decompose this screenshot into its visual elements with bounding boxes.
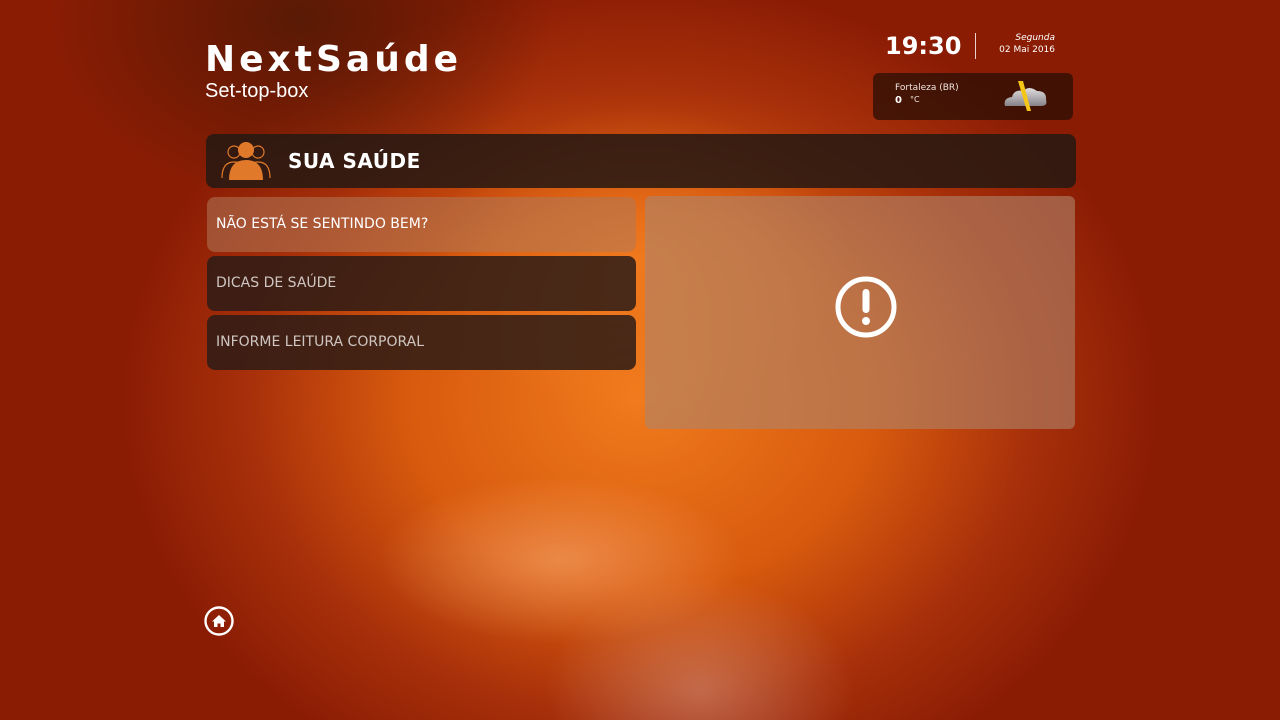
alert-icon <box>835 276 897 338</box>
brand-subtitle: Set-top-box <box>205 80 309 102</box>
menu-item-nao-esta-se-sentindo-bem[interactable]: NÃO ESTÁ SE SENTINDO BEM? <box>207 197 636 252</box>
menu-item-dicas-de-saude[interactable]: DICAS DE SAÚDE <box>207 256 636 311</box>
clock-widget: 19:30 Segunda 02 Mai 2016 <box>885 31 1065 61</box>
brand-title: NextSaúde <box>205 39 463 80</box>
menu-item-informe-leitura-corporal[interactable]: INFORME LEITURA CORPORAL <box>207 315 636 370</box>
weather-unit: °C <box>910 95 920 104</box>
menu-item-label: DICAS DE SAÚDE <box>216 275 337 291</box>
clock-time: 19:30 <box>885 32 962 60</box>
menu-item-label: NÃO ESTÁ SE SENTINDO BEM? <box>216 216 429 232</box>
weather-temperature: 0 <box>895 95 902 106</box>
clock-divider <box>975 33 976 59</box>
weather-widget: Fortaleza (BR) 0 °C <box>873 73 1073 120</box>
home-icon <box>204 606 234 636</box>
section-title: SUA SAÚDE <box>288 149 421 173</box>
clock-weekday: Segunda <box>1015 33 1055 43</box>
section-header: SUA SAÚDE <box>206 134 1076 188</box>
people-icon <box>221 142 271 180</box>
home-button[interactable] <box>204 606 234 636</box>
weather-city: Fortaleza (BR) <box>895 83 959 93</box>
storm-cloud-icon <box>1004 81 1047 111</box>
brand-logo: NextSaúde Set-top-box <box>205 38 462 102</box>
preview-panel <box>645 196 1075 429</box>
clock-date: 02 Mai 2016 <box>999 45 1055 55</box>
menu-item-label: INFORME LEITURA CORPORAL <box>216 334 425 350</box>
